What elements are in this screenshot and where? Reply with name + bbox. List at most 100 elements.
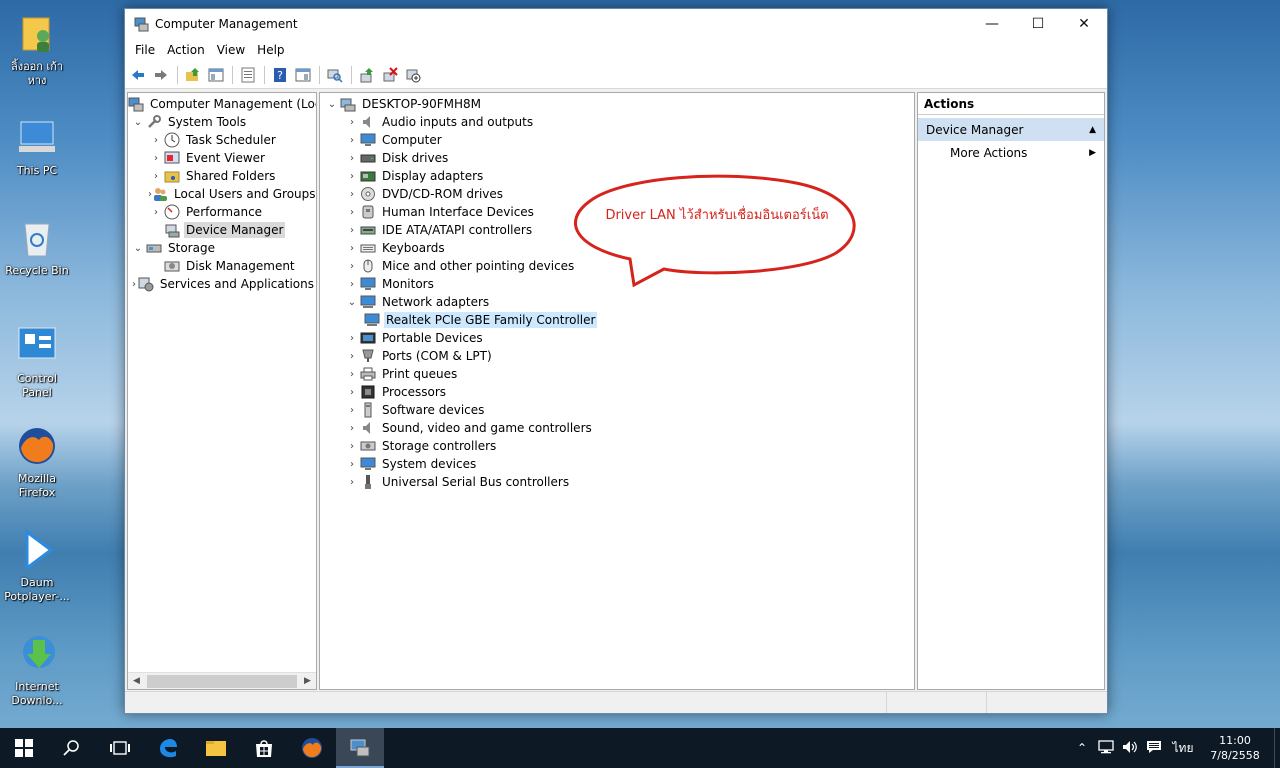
scroll-left-icon[interactable]: ◀: [128, 673, 145, 690]
chevron-right-icon[interactable]: ›: [344, 131, 360, 149]
volume-icon[interactable]: [1118, 740, 1142, 757]
scan-hardware-button[interactable]: [324, 64, 346, 86]
taskbar-file-explorer[interactable]: [192, 728, 240, 768]
chevron-down-icon[interactable]: ⌄: [344, 293, 360, 311]
task-view-button[interactable]: [96, 728, 144, 768]
minimize-button[interactable]: —: [969, 9, 1015, 39]
device-category-audio-inputs-and-outputs[interactable]: › Audio inputs and outputs: [324, 113, 914, 131]
chevron-down-icon[interactable]: ⌄: [130, 239, 146, 257]
chevron-right-icon[interactable]: ›: [344, 239, 360, 257]
device-category-computer[interactable]: › Computer: [324, 131, 914, 149]
menu-action[interactable]: Action: [161, 39, 211, 61]
tree-item-computer-root[interactable]: ⌄ DESKTOP-90FMH8M: [324, 95, 914, 113]
device-category-ports-com-lpt[interactable]: › Ports (COM & LPT): [324, 347, 914, 365]
device-category-mice-and-other-pointing-devices[interactable]: › Mice and other pointing devices: [324, 257, 914, 275]
device-category-display-adapters[interactable]: › Display adapters: [324, 167, 914, 185]
desktop-icon-potplayer[interactable]: Daum Potplayer-...: [2, 528, 72, 604]
chevron-down-icon[interactable]: ⌄: [130, 113, 146, 131]
device-category-storage-controllers[interactable]: › Storage controllers: [324, 437, 914, 455]
device-category-print-queues[interactable]: › Print queues: [324, 365, 914, 383]
desktop-icon-idm[interactable]: Internet Downlo...: [2, 632, 72, 708]
clock[interactable]: 11:00 7/8/2558: [1200, 733, 1270, 763]
chevron-right-icon[interactable]: ›: [344, 347, 360, 365]
chevron-right-icon[interactable]: ›: [344, 257, 360, 275]
update-driver-button[interactable]: [356, 64, 378, 86]
device-category-network-adapters[interactable]: ⌄ Network adapters: [324, 293, 914, 311]
disable-button[interactable]: [402, 64, 424, 86]
device-category-keyboards[interactable]: › Keyboards: [324, 239, 914, 257]
desktop-icon-user-folder[interactable]: ลิ้งออก เก้าหาง: [2, 12, 72, 88]
device-category-disk-drives[interactable]: › Disk drives: [324, 149, 914, 167]
taskbar-store[interactable]: [240, 728, 288, 768]
tree-item-performance[interactable]: › Performance: [128, 203, 316, 221]
close-button[interactable]: ✕: [1061, 9, 1107, 39]
show-hidden-icons-icon[interactable]: ⌃: [1070, 741, 1094, 755]
title-bar[interactable]: Computer Management — ☐ ✕: [125, 9, 1107, 39]
horizontal-scrollbar[interactable]: ◀ ▶: [128, 672, 316, 689]
taskbar-firefox[interactable]: [288, 728, 336, 768]
up-folder-button[interactable]: [182, 64, 204, 86]
taskbar-computer-management[interactable]: [336, 728, 384, 768]
desktop-icon-this-pc[interactable]: This PC: [2, 116, 72, 178]
tree-item-event-viewer[interactable]: › Event Viewer: [128, 149, 316, 167]
console-tree-button[interactable]: [205, 64, 227, 86]
chevron-right-icon[interactable]: ›: [344, 203, 360, 221]
chevron-right-icon[interactable]: ›: [344, 419, 360, 437]
device-category-system-devices[interactable]: › System devices: [324, 455, 914, 473]
chevron-right-icon[interactable]: ›: [344, 113, 360, 131]
chevron-right-icon[interactable]: ›: [148, 203, 164, 221]
tree-item-local-users[interactable]: › Local Users and Groups: [128, 185, 316, 203]
help-button[interactable]: ?: [269, 64, 291, 86]
collapse-up-icon[interactable]: ▲: [1089, 118, 1096, 142]
chevron-right-icon[interactable]: ›: [148, 131, 164, 149]
chevron-right-icon[interactable]: ›: [148, 167, 164, 185]
properties-button[interactable]: [237, 64, 259, 86]
search-button[interactable]: [48, 728, 96, 768]
chevron-right-icon[interactable]: ›: [344, 329, 360, 347]
device-category-dvd-cd-rom-drives[interactable]: › DVD/CD-ROM drives: [324, 185, 914, 203]
tree-item-task-scheduler[interactable]: › Task Scheduler: [128, 131, 316, 149]
network-icon[interactable]: [1094, 739, 1118, 757]
show-desktop-button[interactable]: [1274, 728, 1280, 768]
device-category-processors[interactable]: › Processors: [324, 383, 914, 401]
taskbar-edge[interactable]: [144, 728, 192, 768]
menu-view[interactable]: View: [211, 39, 251, 61]
device-category-portable-devices[interactable]: › Portable Devices: [324, 329, 914, 347]
chevron-right-icon[interactable]: ›: [344, 401, 360, 419]
input-language[interactable]: ไทย: [1166, 739, 1200, 758]
chevron-right-icon[interactable]: ›: [344, 275, 360, 293]
desktop-icon-firefox[interactable]: Mozilla Firefox: [2, 424, 72, 500]
show-hide-button[interactable]: [292, 64, 314, 86]
device-category-sound-video-and-game-controllers[interactable]: › Sound, video and game controllers: [324, 419, 914, 437]
tree-item-computer-management[interactable]: Computer Management (Local: [128, 95, 316, 113]
desktop-icon-recycle-bin[interactable]: Recycle Bin: [2, 216, 72, 278]
scroll-right-icon[interactable]: ▶: [299, 673, 316, 690]
chevron-right-icon[interactable]: ›: [344, 473, 360, 491]
device-realtek-network-controller[interactable]: Realtek PCIe GBE Family Controller: [324, 311, 914, 329]
chevron-right-icon[interactable]: ›: [344, 185, 360, 203]
device-category-universal-serial-bus-controllers[interactable]: › Universal Serial Bus controllers: [324, 473, 914, 491]
chevron-right-icon[interactable]: ›: [344, 365, 360, 383]
tree-item-storage[interactable]: ⌄ Storage: [128, 239, 316, 257]
tree-item-system-tools[interactable]: ⌄ System Tools: [128, 113, 316, 131]
scroll-thumb[interactable]: [147, 674, 297, 688]
chevron-right-icon[interactable]: ›: [148, 149, 164, 167]
chevron-right-icon[interactable]: ›: [344, 455, 360, 473]
menu-file[interactable]: File: [129, 39, 161, 61]
tree-item-disk-management[interactable]: Disk Management: [128, 257, 316, 275]
start-button[interactable]: [0, 728, 48, 768]
chevron-right-icon[interactable]: ›: [130, 275, 138, 293]
action-center-icon[interactable]: [1142, 740, 1166, 757]
actions-device-manager[interactable]: Device Manager ▲: [918, 117, 1104, 141]
tree-item-shared-folders[interactable]: › Shared Folders: [128, 167, 316, 185]
chevron-right-icon[interactable]: ›: [344, 221, 360, 239]
tree-item-services-applications[interactable]: › Services and Applications: [128, 275, 316, 293]
uninstall-button[interactable]: [379, 64, 401, 86]
chevron-right-icon[interactable]: ›: [344, 167, 360, 185]
menu-help[interactable]: Help: [251, 39, 290, 61]
chevron-right-icon[interactable]: ›: [344, 149, 360, 167]
more-actions[interactable]: More Actions ▶: [918, 141, 1104, 165]
device-category-monitors[interactable]: › Monitors: [324, 275, 914, 293]
chevron-right-icon[interactable]: ›: [344, 437, 360, 455]
forward-button[interactable]: [150, 64, 172, 86]
